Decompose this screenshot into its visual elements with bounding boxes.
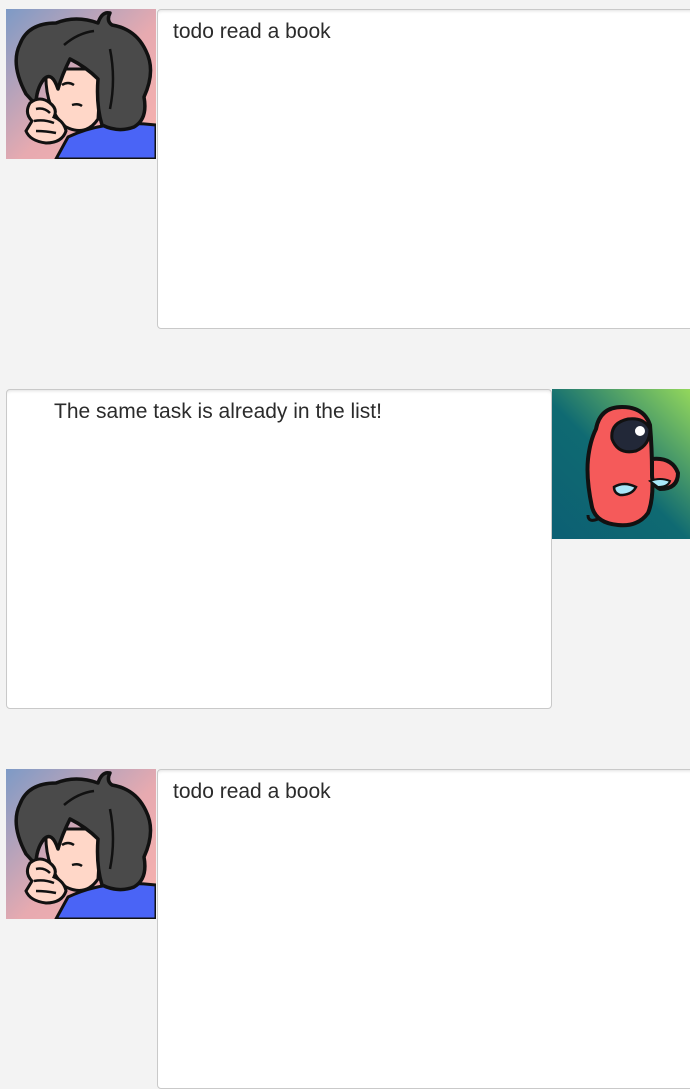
user-avatar-icon xyxy=(6,769,156,919)
user-avatar-icon xyxy=(6,9,156,159)
user-message-bubble: todo read a book xyxy=(157,769,690,1089)
chat-log: todo read a book The same task is alread… xyxy=(0,0,690,1089)
user-message-text: todo read a book xyxy=(173,20,331,43)
bot-message-bubble: The same task is already in the list! xyxy=(6,389,552,709)
bot-message-text: The same task is already in the list! xyxy=(54,400,382,423)
bot-avatar-icon xyxy=(552,389,690,539)
user-message-text: todo read a book xyxy=(173,780,331,803)
user-message-bubble: todo read a book xyxy=(157,9,690,329)
